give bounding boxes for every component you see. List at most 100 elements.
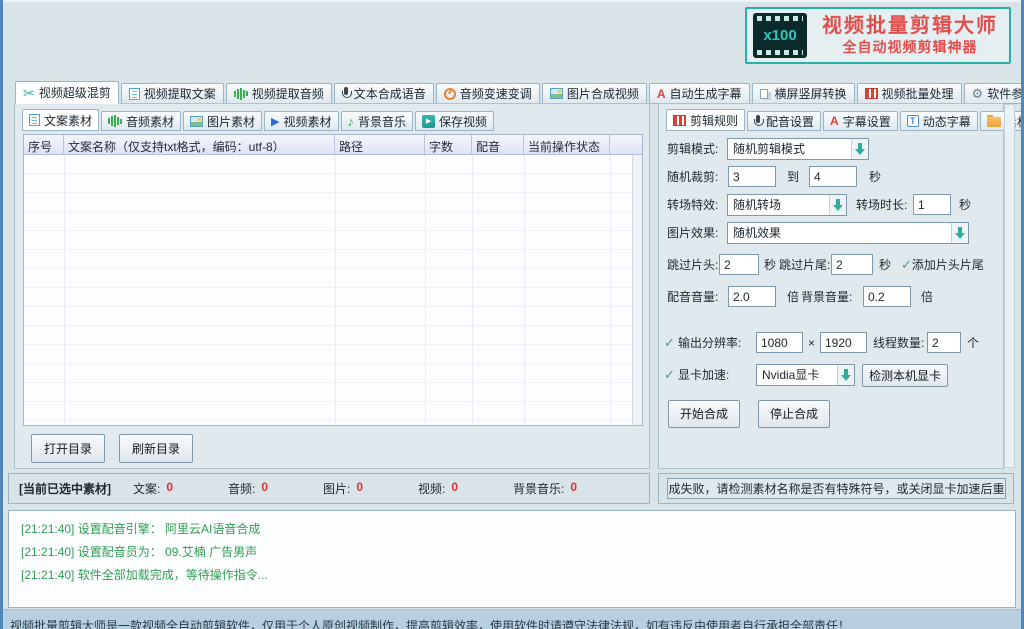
tab-text-to-speech[interactable]: 文本合成语音 <box>334 83 434 104</box>
gpu-checkbox[interactable] <box>664 368 675 381</box>
disclaimer-footer: 视频批量剪辑大师是一款视频全自动剪辑软件，仅用于个人原创视频制作，提高剪辑效率，… <box>0 609 1024 629</box>
log-line: [21:21:40] 软件全部加载完成，等待操作指令... <box>21 564 1015 587</box>
tab-text-material[interactable]: 文案素材 <box>22 109 99 131</box>
count-label: 音频: <box>228 480 255 497</box>
play-icon <box>271 115 279 128</box>
chevron-down-icon[interactable] <box>829 195 846 215</box>
selection-video-count: 视频: 0 <box>418 480 513 497</box>
image-effect-label: 图片效果: <box>667 222 718 244</box>
tab-image-to-video[interactable]: 图片合成视频 <box>542 83 647 104</box>
add-intro-outro-checkbox[interactable]: 添加片头片尾 <box>901 254 984 276</box>
material-tab-bar: 文案素材 音频素材 图片素材 视频素材 背景音乐 保存视频 <box>22 109 494 131</box>
tab-extract-text[interactable]: 视频提取文案 <box>121 83 224 104</box>
folder-icon <box>987 117 1001 127</box>
tab-voice-settings[interactable]: 配音设置 <box>747 111 821 131</box>
chevron-down-icon[interactable] <box>851 139 868 159</box>
crop-from-input[interactable] <box>728 166 776 187</box>
transition-duration-input[interactable] <box>913 194 951 215</box>
tab-edit-rules[interactable]: 剪辑规则 <box>666 109 745 131</box>
tab-audio-material[interactable]: 音频素材 <box>101 111 181 131</box>
tab-video-material[interactable]: 视频素材 <box>264 111 338 131</box>
start-compose-button[interactable]: 开始合成 <box>668 400 740 428</box>
film-strip-icon: x100 <box>753 13 807 58</box>
col-path[interactable]: 路径 <box>335 135 425 154</box>
tab-material-directory[interactable]: 素材目录 <box>980 111 1024 131</box>
col-index[interactable]: 序号 <box>24 135 64 154</box>
col-name[interactable]: 文案名称（仅支持txt格式，编码：utf-8） <box>64 135 335 154</box>
waveform-icon <box>108 115 122 127</box>
log-area[interactable]: [21:21:40] 设置配音引擎： 阿里云AI语音合成 [21:21:40] … <box>8 510 1016 608</box>
tab-label: 视频超级混剪 <box>39 84 111 101</box>
status-message: 合成失败，请检测素材名称是否有特殊符号，或关闭显卡加速后重试 <box>667 478 1006 499</box>
tab-video-super-mix[interactable]: 视频超级混剪 <box>15 81 119 104</box>
tab-audio-speed-pitch[interactable]: 音频变速变调 <box>436 83 540 104</box>
selection-title: [当前已选中素材] <box>19 480 111 497</box>
transition-label: 转场特效: <box>667 194 718 216</box>
col-status[interactable]: 当前操作状态 <box>524 135 610 154</box>
gear-icon <box>972 87 984 100</box>
rules-tab-bar: 剪辑规则 配音设置 字幕设置 动态字幕 素材目录 <box>666 109 1024 131</box>
bg-volume-input[interactable] <box>863 286 911 307</box>
voice-volume-input[interactable] <box>728 286 776 307</box>
transition-select[interactable]: 随机转场 <box>727 194 847 216</box>
chevron-down-icon[interactable] <box>837 365 854 385</box>
panel-scrollbar[interactable] <box>1004 104 1015 468</box>
tab-auto-subtitle[interactable]: 自动生成字幕 <box>649 83 750 104</box>
save-video-icon <box>422 115 435 128</box>
tab-image-material[interactable]: 图片素材 <box>183 111 262 131</box>
tab-label: 图片素材 <box>207 113 255 130</box>
tab-settings[interactable]: 软件参数设置 <box>964 83 1024 104</box>
tab-extract-audio[interactable]: 视频提取音频 <box>226 83 332 104</box>
tab-subtitle-settings[interactable]: 字幕设置 <box>823 111 898 131</box>
table-scrollbar[interactable] <box>632 155 642 425</box>
clip-mode-select[interactable]: 随机剪辑模式 <box>727 138 869 160</box>
chevron-down-icon[interactable] <box>951 223 968 243</box>
detect-gpu-button[interactable]: 检测本机显卡 <box>862 364 948 387</box>
count-value: 0 <box>261 480 268 497</box>
resolution-checkbox[interactable] <box>664 336 675 349</box>
open-directory-button[interactable]: 打开目录 <box>31 434 105 463</box>
music-note-icon <box>348 115 355 128</box>
transition-value: 随机转场 <box>728 194 829 216</box>
tab-orientation-convert[interactable]: 横屏竖屏转换 <box>752 83 855 104</box>
tab-label: 横屏竖屏转换 <box>775 85 847 102</box>
tab-dynamic-subtitle[interactable]: 动态字幕 <box>900 111 978 131</box>
image-effect-select[interactable]: 随机效果 <box>727 222 969 244</box>
skip-head-input[interactable] <box>719 254 759 275</box>
tab-save-video[interactable]: 保存视频 <box>415 111 494 131</box>
image-icon <box>550 88 563 99</box>
crop-to-input[interactable] <box>809 166 857 187</box>
col-empty <box>610 135 642 154</box>
tab-background-music[interactable]: 背景音乐 <box>341 111 414 131</box>
table-body <box>24 155 632 425</box>
tab-label: 保存视频 <box>439 113 487 130</box>
col-voice[interactable]: 配音 <box>472 135 524 154</box>
count-value: 0 <box>570 480 577 497</box>
resolution-width-input[interactable] <box>756 332 803 353</box>
refresh-directory-button[interactable]: 刷新目录 <box>119 434 193 463</box>
threads-input[interactable] <box>927 332 961 353</box>
multiply-sign: × <box>808 332 815 354</box>
gpu-select[interactable]: Nvidia显卡 <box>756 364 855 386</box>
subtitle-a-icon <box>657 88 666 100</box>
count-value: 0 <box>451 480 458 497</box>
count-label: 文案: <box>133 480 160 497</box>
stop-compose-button[interactable]: 停止合成 <box>758 400 830 428</box>
gpu-label: 显卡加速: <box>678 364 729 386</box>
clip-mode-label: 剪辑模式: <box>667 138 718 160</box>
resolution-label: 输出分辨率: <box>678 332 741 354</box>
selection-audio-count: 音频: 0 <box>228 480 323 497</box>
tab-label: 配音设置 <box>766 113 814 130</box>
col-wordcount[interactable]: 字数 <box>425 135 472 154</box>
seconds-unit: 秒 <box>879 254 891 276</box>
log-line: [21:21:40] 设置配音员为： 09.艾楠 广告男声 <box>21 541 1015 564</box>
window-top-edge <box>0 0 1024 2</box>
selection-text-count: 文案: 0 <box>133 480 228 497</box>
count-unit: 个 <box>967 332 979 354</box>
tab-label: 文本合成语音 <box>354 85 426 102</box>
skip-tail-input[interactable] <box>831 254 873 275</box>
tab-batch-process[interactable]: 视频批量处理 <box>857 83 962 104</box>
resolution-height-input[interactable] <box>820 332 867 353</box>
document-icon <box>29 114 40 126</box>
log-line: [21:21:40] 设置配音引擎： 阿里云AI语音合成 <box>21 518 1015 541</box>
